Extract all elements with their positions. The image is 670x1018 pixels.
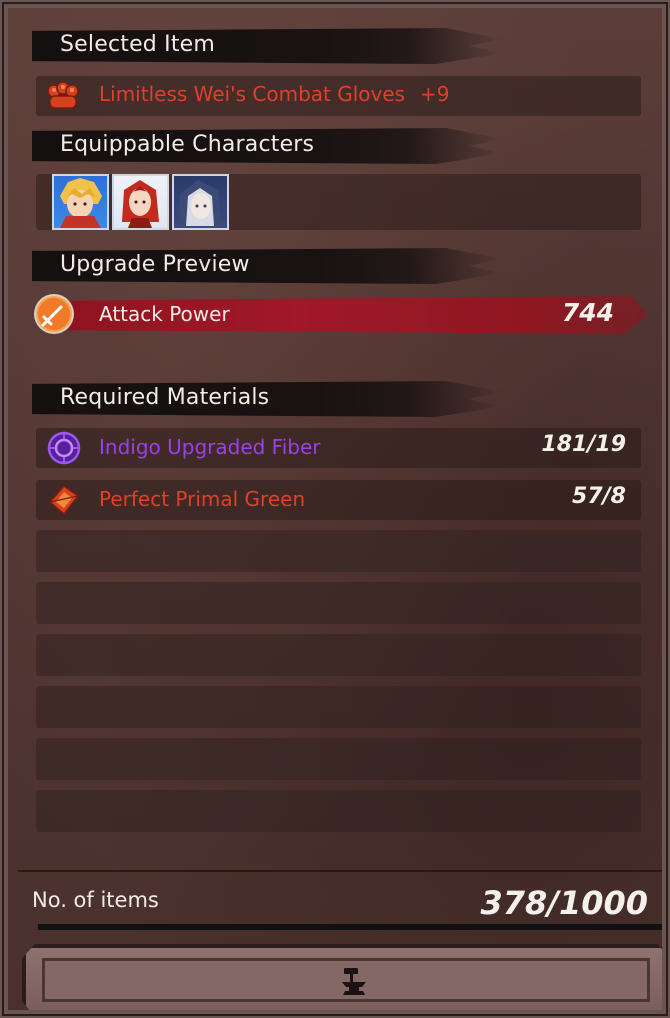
upgrade-panel: Selected Item Limitless Wei's Combat Glo… bbox=[0, 0, 670, 1018]
count-underline bbox=[38, 924, 662, 930]
gloves-icon bbox=[44, 78, 84, 114]
empty-material-slot bbox=[36, 790, 641, 832]
anvil-hammer-icon bbox=[336, 962, 372, 998]
upgrade-button[interactable] bbox=[22, 944, 662, 1010]
stat-value: 744 bbox=[561, 298, 614, 327]
primal-crystal-icon bbox=[46, 482, 82, 518]
empty-material-slot bbox=[36, 738, 641, 780]
fiber-rune-icon bbox=[46, 430, 82, 466]
material-name: Indigo Upgraded Fiber bbox=[99, 435, 321, 459]
item-count-value: 378/1000 bbox=[480, 884, 648, 922]
section-title-equippable-characters: Equippable Characters bbox=[60, 132, 315, 157]
blonde-hero-portrait[interactable] bbox=[52, 174, 109, 230]
section-title-required-materials: Required Materials bbox=[60, 385, 270, 410]
selected-item-name: Limitless Wei's Combat Gloves bbox=[99, 82, 406, 106]
empty-material-slot bbox=[36, 582, 641, 624]
empty-material-slot bbox=[36, 686, 641, 728]
stat-label: Attack Power bbox=[99, 302, 230, 326]
section-title-upgrade-preview: Upgrade Preview bbox=[60, 252, 250, 277]
divider bbox=[18, 870, 662, 872]
red-haired-heroine-portrait[interactable] bbox=[112, 174, 169, 230]
hooded-silver-hair-portrait[interactable] bbox=[172, 174, 229, 230]
material-quantity: 181/19 bbox=[541, 432, 626, 457]
section-title-selected-item: Selected Item bbox=[60, 32, 216, 57]
sword-icon bbox=[32, 292, 76, 336]
empty-material-slot bbox=[36, 530, 641, 572]
item-count-label: No. of items bbox=[32, 888, 159, 912]
selected-item-level: +9 bbox=[420, 82, 450, 106]
empty-material-slot bbox=[36, 634, 641, 676]
material-quantity: 57/8 bbox=[572, 484, 626, 509]
material-name: Perfect Primal Green bbox=[99, 487, 306, 511]
